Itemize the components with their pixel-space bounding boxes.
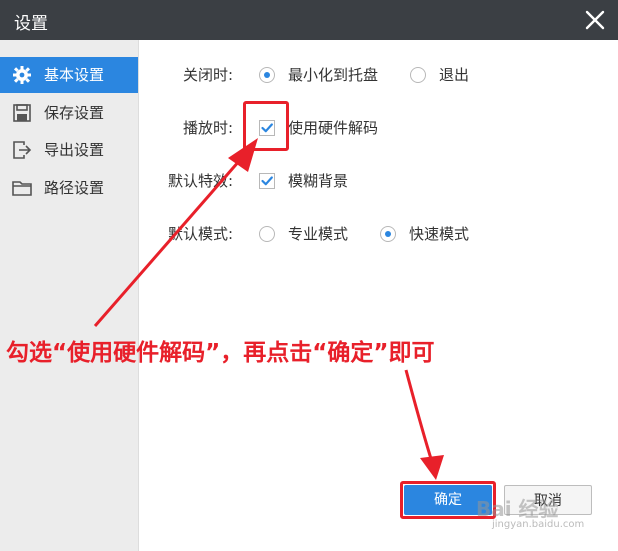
arrow-to-checkbox <box>93 159 242 327</box>
watermark-logo: Bai 经验 <box>476 497 559 521</box>
annotation-arrows <box>93 138 444 480</box>
arrow-to-ok-button <box>404 369 434 463</box>
instruction-text: 勾选“使用硬件解码”，再点击“确定”即可 <box>6 340 435 366</box>
watermark-url: jingyan.baidu.com <box>492 519 585 530</box>
arrow-head-ok <box>420 455 444 480</box>
